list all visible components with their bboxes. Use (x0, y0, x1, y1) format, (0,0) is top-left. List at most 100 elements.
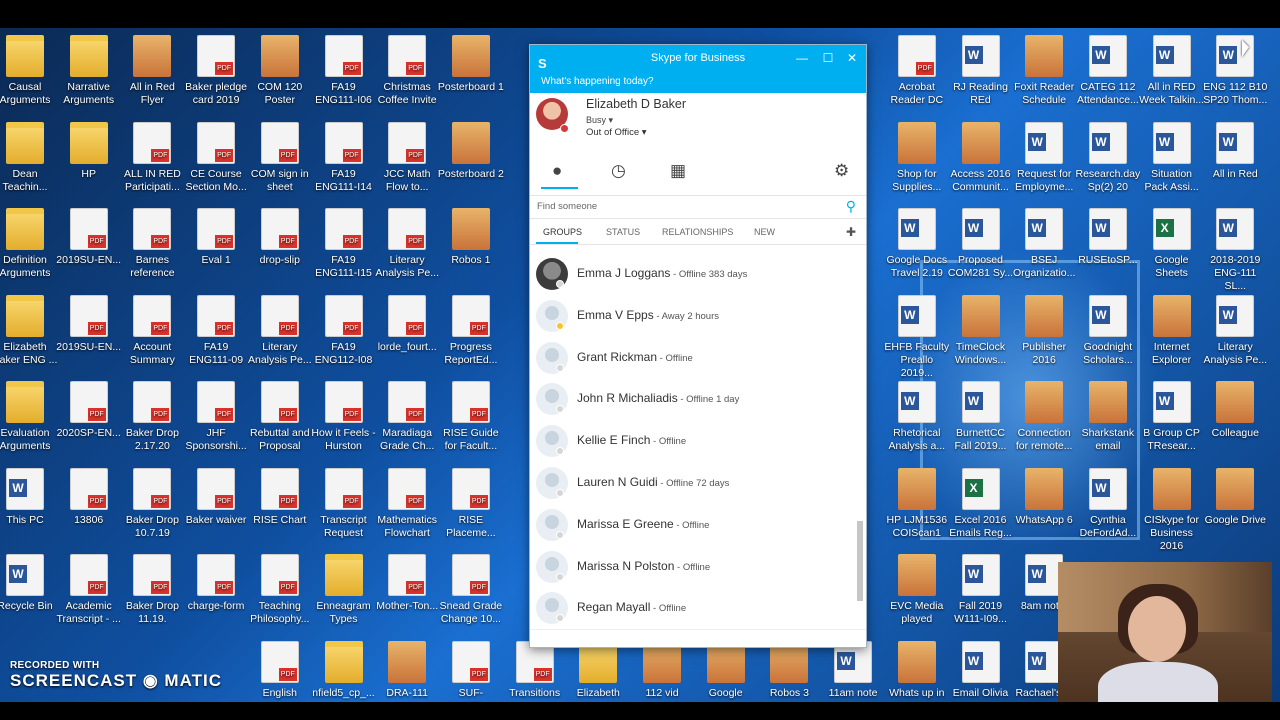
desktop-icon[interactable]: Acrobat Reader DC (884, 31, 950, 115)
desktop-icon[interactable]: Baker Drop 2.17.20 (119, 377, 185, 461)
desktop-icon[interactable]: charge-form (183, 550, 249, 634)
desktop-icon[interactable]: 2019SU-EN... (56, 204, 122, 288)
desktop-icon[interactable]: JCC Math Flow to... (374, 118, 440, 202)
desktop-icon[interactable]: Posterboard 2 (438, 118, 504, 202)
desktop-icon[interactable]: ENG 112 B10 SP20 Thom... (1202, 31, 1268, 115)
desktop-icon[interactable]: RJ Reading REd (948, 31, 1014, 115)
desktop-icon[interactable]: Rebuttal and Proposal (247, 377, 313, 461)
tab-groups[interactable]: GROUPS (543, 227, 582, 237)
desktop-icon[interactable]: Publisher 2016 (1011, 291, 1077, 375)
desktop-icon[interactable]: Evaluation Arguments (0, 377, 58, 461)
desktop-icon[interactable]: 2020SP-EN... (56, 377, 122, 461)
desktop-icon[interactable]: Baker Drop 11.19. (119, 550, 185, 634)
desktop-icon[interactable]: Eval 1 (183, 204, 249, 288)
desktop-icon[interactable]: Teaching Philosophy... (247, 550, 313, 634)
location-dropdown[interactable]: Out of Office ▾ (586, 127, 647, 138)
contact-list-item[interactable]: Marissa E Greene - Offline (530, 506, 855, 546)
desktop-icon[interactable]: WhatsApp 6 (1011, 464, 1077, 548)
contacts-tab-icon[interactable]: ● (552, 161, 562, 181)
desktop-icon[interactable]: DRA-111 (374, 637, 440, 703)
desktop-icon[interactable]: Connection for remote... (1011, 377, 1077, 461)
desktop-icon[interactable]: JHF Sponsorshi... (183, 377, 249, 461)
desktop-icon[interactable]: 2019SU-EN... (56, 291, 122, 375)
contact-list-item[interactable]: Regan Mayall - Offline (530, 589, 855, 625)
desktop-icon[interactable]: Maradiaga Grade Ch... (374, 377, 440, 461)
desktop-icon[interactable]: 13806 (56, 464, 122, 548)
desktop-icon[interactable]: Rhetorical Analysis a... (884, 377, 950, 461)
desktop-icon[interactable]: 2018-2019 ENG-111 SL... (1202, 204, 1268, 292)
desktop-icon[interactable]: Access 2016 Communit... (948, 118, 1014, 202)
status-dropdown[interactable]: Busy ▾ (586, 115, 613, 126)
desktop-icon[interactable]: Transcript Request (311, 464, 377, 548)
desktop-icon[interactable]: Literary Analysis Pe... (1202, 291, 1268, 375)
desktop-icon[interactable]: FA19 ENG111-I06 (311, 31, 377, 115)
desktop-icon[interactable]: CISkype for Business 2016 (1139, 464, 1205, 552)
desktop-icon[interactable]: RISE Placeme... (438, 464, 504, 548)
desktop-icon[interactable]: Account Summary (119, 291, 185, 375)
desktop-icon[interactable]: Literary Analysis Pe... (247, 291, 313, 375)
tab-relationships[interactable]: RELATIONSHIPS (662, 227, 733, 237)
desktop-icon[interactable]: Google Drive (1202, 464, 1268, 548)
desktop-icon[interactable]: English (247, 637, 313, 703)
desktop-icon[interactable]: Elizabeth Baker ENG ... (0, 291, 58, 375)
desktop-icon[interactable]: Recycle Bin (0, 550, 58, 634)
desktop-icon[interactable]: Email Olivia (948, 637, 1014, 703)
desktop-icon[interactable]: Google Sheets (1139, 204, 1205, 288)
desktop-icon[interactable]: Baker waiver (183, 464, 249, 548)
desktop-icon[interactable]: This PC (0, 464, 58, 548)
contact-list-item[interactable]: John R Michaliadis - Offline 1 day (530, 380, 855, 420)
desktop-icon[interactable]: COM 120 Poster (247, 31, 313, 115)
close-button[interactable]: ✕ (840, 45, 864, 72)
contact-list-item[interactable]: Emma J Loggans - Offline 383 days (530, 255, 855, 295)
search-input[interactable]: Find someone (537, 201, 597, 212)
desktop-icon[interactable]: All in Red Flyer (119, 31, 185, 115)
desktop-icon[interactable]: Research.day Sp(2) 20 (1075, 118, 1141, 202)
desktop-icon[interactable]: Definition Arguments (0, 204, 58, 288)
desktop-icon[interactable]: EVC Media played (884, 550, 950, 634)
desktop-icon[interactable]: FA19 ENG112-I08 (311, 291, 377, 375)
desktop-icon[interactable]: Snead Grade Change 10... (438, 550, 504, 634)
contact-list-item[interactable]: Emma V Epps - Away 2 hours (530, 297, 855, 337)
desktop-icon[interactable]: Situation Pack Assi... (1139, 118, 1205, 202)
desktop-icon[interactable]: Excel 2016 Emails Reg... (948, 464, 1014, 548)
desktop-icon[interactable]: FA19 ENG111-I15 (311, 204, 377, 288)
add-contact-icon[interactable]: ✚ (846, 225, 856, 239)
desktop-icon[interactable]: All in Red (1202, 118, 1268, 202)
desktop-icon[interactable]: Whats up in (884, 637, 950, 703)
desktop-icon[interactable]: HP (56, 118, 122, 202)
desktop-icon[interactable]: Google Docs Travel 2.19 (884, 204, 950, 288)
search-bar[interactable]: Find someone ⚲ (530, 195, 866, 219)
desktop-icon[interactable]: CATEG 112 Attendance... (1075, 31, 1141, 115)
desktop-icon[interactable]: EHFB Faculty Preallo 2019... (884, 291, 950, 379)
desktop-icon[interactable]: Request for Employme... (1011, 118, 1077, 202)
desktop-icon[interactable]: HP LJM1536 COIScan1 (884, 464, 950, 548)
desktop-icon[interactable]: Baker Drop 10.7.19 (119, 464, 185, 548)
desktop-icon[interactable]: TimeClock Windows... (948, 291, 1014, 375)
whats-happening-input[interactable]: What's happening today? (530, 72, 866, 93)
settings-gear-icon[interactable]: ⚙ (834, 161, 849, 181)
desktop-icon[interactable]: BurnettCC Fall 2019... (948, 377, 1014, 461)
desktop-icon[interactable]: Literary Analysis Pe... (374, 204, 440, 288)
desktop-icon[interactable]: How it Feels - Hurston (311, 377, 377, 461)
desktop-icon[interactable]: Cynthia DeFordAd... (1075, 464, 1141, 548)
desktop-icon[interactable]: Progress ReportEd... (438, 291, 504, 375)
desktop-icon[interactable]: RUSEtoSP... (1075, 204, 1141, 288)
contact-list-item[interactable]: Lauren N Guidi - Offline 72 days (530, 464, 855, 504)
contact-list-scrollbar[interactable] (856, 249, 864, 624)
contact-list-item[interactable]: Kellie E Finch - Offline (530, 422, 855, 462)
desktop-icon[interactable]: Narrative Arguments (56, 31, 122, 115)
desktop-icon[interactable]: RISE Guide for Facult... (438, 377, 504, 461)
contact-list-item[interactable]: Grant Rickman - Offline (530, 339, 855, 379)
tab-new[interactable]: NEW (754, 227, 775, 237)
contact-list-item[interactable]: Marissa N Polston - Offline (530, 548, 855, 588)
desktop-icon[interactable]: FA19 ENG111-I14 (311, 118, 377, 202)
desktop-icon[interactable]: Goodnight Scholars... (1075, 291, 1141, 375)
desktop-icon[interactable]: Causal Arguments (0, 31, 58, 115)
minimize-button[interactable]: — (790, 45, 814, 72)
desktop-icon[interactable]: drop-slip (247, 204, 313, 288)
tab-status[interactable]: STATUS (606, 227, 640, 237)
desktop-icon[interactable]: B Group CP TResear... (1139, 377, 1205, 461)
desktop-icon[interactable]: Posterboard 1 (438, 31, 504, 115)
desktop-icon[interactable]: Mathematics Flowchart (374, 464, 440, 548)
meetings-tab-icon[interactable]: ▦ (670, 161, 686, 181)
